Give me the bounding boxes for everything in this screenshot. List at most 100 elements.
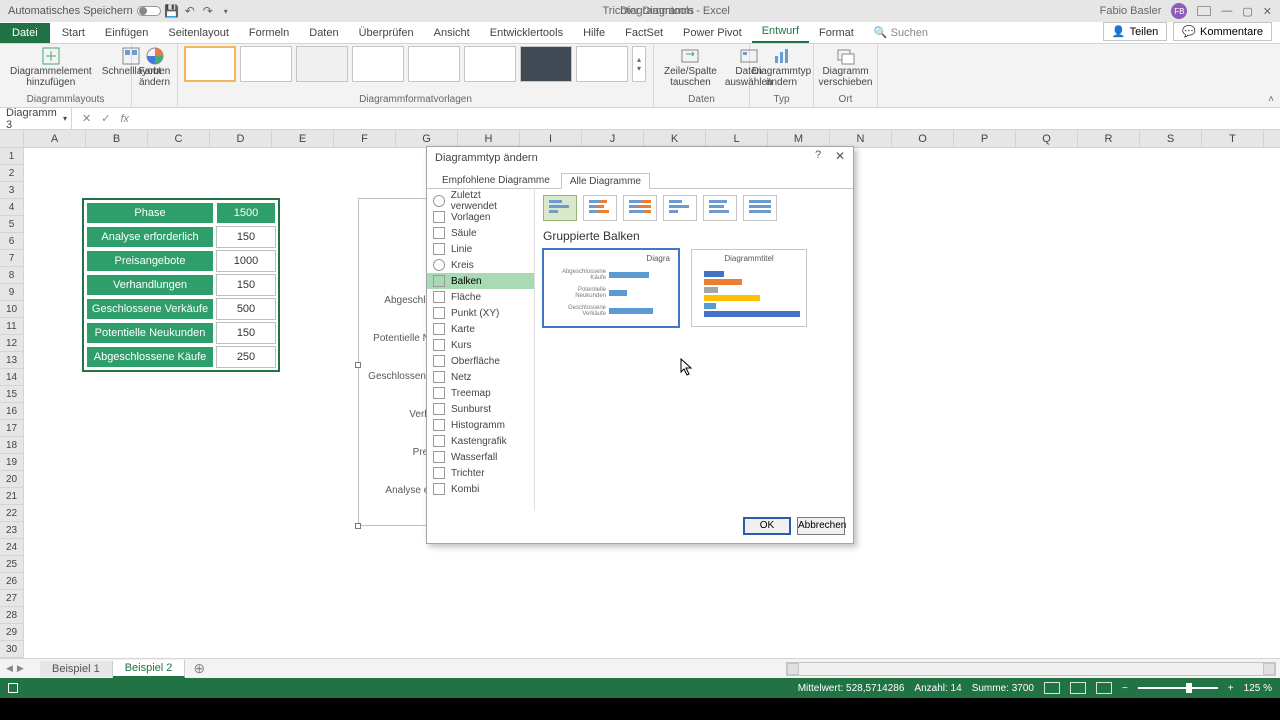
row-header[interactable]: 28	[0, 607, 23, 624]
share-button[interactable]: 👤Teilen	[1103, 22, 1167, 41]
chart-styles-more[interactable]: ▴▾	[632, 46, 646, 82]
row-header[interactable]: 25	[0, 556, 23, 573]
table-row-value[interactable]: 150	[216, 226, 276, 248]
col-header[interactable]: E	[272, 130, 334, 147]
change-chart-type-button[interactable]: Diagrammtypändern	[756, 46, 807, 88]
collapse-ribbon-icon[interactable]: ˄	[1268, 94, 1274, 105]
name-box[interactable]: Diagramm 3 ▾	[0, 108, 72, 129]
category-recent[interactable]: Zuletzt verwendet	[427, 193, 534, 209]
save-icon[interactable]: 💾	[165, 4, 179, 18]
search-box[interactable]: 🔍 Suchen	[864, 22, 938, 43]
tab-design[interactable]: Entwurf	[752, 21, 809, 43]
col-header[interactable]: Q	[1016, 130, 1078, 147]
table-row-value[interactable]: 150	[216, 274, 276, 296]
table-row-label[interactable]: Geschlossene Verkäufe	[86, 298, 214, 320]
chart-style-4[interactable]	[352, 46, 404, 82]
tab-view[interactable]: Ansicht	[424, 23, 480, 43]
add-sheet-icon[interactable]: ⊕	[185, 660, 213, 677]
subtype-stacked-bar[interactable]	[583, 195, 617, 221]
row-header[interactable]: 17	[0, 420, 23, 437]
category-surface[interactable]: Oberfläche	[427, 353, 534, 369]
qat-dropdown-icon[interactable]: ▾	[219, 4, 233, 18]
accept-formula-icon[interactable]: ✓	[101, 112, 110, 125]
view-pagebreak-icon[interactable]	[1096, 682, 1112, 694]
chart-style-5[interactable]	[408, 46, 460, 82]
redo-icon[interactable]: ↷	[201, 4, 215, 18]
col-header[interactable]: O	[892, 130, 954, 147]
tab-help[interactable]: Hilfe	[573, 23, 615, 43]
chart-style-7[interactable]	[520, 46, 572, 82]
row-header[interactable]: 15	[0, 386, 23, 403]
col-header[interactable]: G	[396, 130, 458, 147]
row-header[interactable]: 12	[0, 335, 23, 352]
toggle-switch-icon[interactable]	[137, 6, 161, 16]
sheet-nav-prev-icon[interactable]: ◀	[6, 663, 13, 674]
category-stock[interactable]: Kurs	[427, 337, 534, 353]
undo-icon[interactable]: ↶	[183, 4, 197, 18]
category-boxplot[interactable]: Kastengrafik	[427, 433, 534, 449]
category-bar[interactable]: Balken	[427, 273, 534, 289]
zoom-level[interactable]: 125 %	[1244, 683, 1272, 694]
chart-style-2[interactable]	[240, 46, 292, 82]
category-map[interactable]: Karte	[427, 321, 534, 337]
dialog-close-icon[interactable]: ✕	[831, 149, 849, 165]
table-row-value[interactable]: 250	[216, 346, 276, 368]
category-column[interactable]: Säule	[427, 225, 534, 241]
tab-powerpivot[interactable]: Power Pivot	[673, 23, 752, 43]
row-header[interactable]: 16	[0, 403, 23, 420]
category-scatter[interactable]: Punkt (XY)	[427, 305, 534, 321]
category-area[interactable]: Fläche	[427, 289, 534, 305]
row-header[interactable]: 9	[0, 284, 23, 301]
col-header[interactable]: I	[520, 130, 582, 147]
chart-style-6[interactable]	[464, 46, 516, 82]
row-header[interactable]: 23	[0, 522, 23, 539]
category-waterfall[interactable]: Wasserfall	[427, 449, 534, 465]
category-sunburst[interactable]: Sunburst	[427, 401, 534, 417]
dialog-tab-all[interactable]: Alle Diagramme	[561, 173, 650, 189]
tab-developer[interactable]: Entwicklertools	[480, 23, 573, 43]
row-header[interactable]: 29	[0, 624, 23, 641]
user-avatar[interactable]: FB	[1171, 3, 1187, 19]
category-combo[interactable]: Kombi	[427, 481, 534, 497]
tab-insert[interactable]: Einfügen	[95, 23, 158, 43]
table-row-label[interactable]: Potentielle Neukunden	[86, 322, 214, 344]
autosave-toggle[interactable]: Automatisches Speichern	[8, 5, 161, 17]
tab-pagelayout[interactable]: Seitenlayout	[158, 23, 239, 43]
col-header[interactable]: B	[86, 130, 148, 147]
chart-preview-2[interactable]: Diagrammtitel	[691, 249, 807, 327]
table-row-label[interactable]: Abgeschlossene Käufe	[86, 346, 214, 368]
zoom-slider[interactable]	[1138, 687, 1218, 689]
subtype-clustered-bar[interactable]	[543, 195, 577, 221]
change-colors-button[interactable]: Farbenändern	[138, 46, 171, 88]
sheet-tab-1[interactable]: Beispiel 1	[40, 661, 113, 677]
col-header[interactable]: M	[768, 130, 830, 147]
table-header-value[interactable]: 1500	[216, 202, 276, 224]
row-header[interactable]: 10	[0, 301, 23, 318]
category-histogram[interactable]: Histogramm	[427, 417, 534, 433]
row-header[interactable]: 21	[0, 488, 23, 505]
sheet-tab-2[interactable]: Beispiel 2	[113, 660, 186, 678]
col-header[interactable]: A	[24, 130, 86, 147]
table-row-label[interactable]: Verhandlungen	[86, 274, 214, 296]
switch-row-col-button[interactable]: Zeile/Spaltetauschen	[660, 46, 721, 88]
tab-formulas[interactable]: Formeln	[239, 23, 299, 43]
col-header[interactable]: P	[954, 130, 1016, 147]
category-treemap[interactable]: Treemap	[427, 385, 534, 401]
source-data-table[interactable]: Phase1500 Analyse erforderlich150 Preisa…	[82, 198, 280, 372]
col-header[interactable]: C	[148, 130, 210, 147]
ok-button[interactable]: OK	[743, 517, 791, 535]
col-header[interactable]: R	[1078, 130, 1140, 147]
add-chart-element-button[interactable]: Diagrammelementhinzufügen	[6, 46, 96, 88]
subtype-3d-stacked-bar[interactable]	[703, 195, 737, 221]
table-row-value[interactable]: 1000	[216, 250, 276, 272]
tab-data[interactable]: Daten	[299, 23, 348, 43]
table-row-label[interactable]: Preisangebote	[86, 250, 214, 272]
row-header[interactable]: 1	[0, 148, 23, 165]
row-header[interactable]: 5	[0, 216, 23, 233]
tab-format[interactable]: Format	[809, 23, 864, 43]
col-header[interactable]: S	[1140, 130, 1202, 147]
chart-style-1[interactable]	[184, 46, 236, 82]
record-macro-icon[interactable]	[8, 683, 18, 693]
maximize-icon[interactable]: ▢	[1242, 5, 1252, 18]
category-radar[interactable]: Netz	[427, 369, 534, 385]
